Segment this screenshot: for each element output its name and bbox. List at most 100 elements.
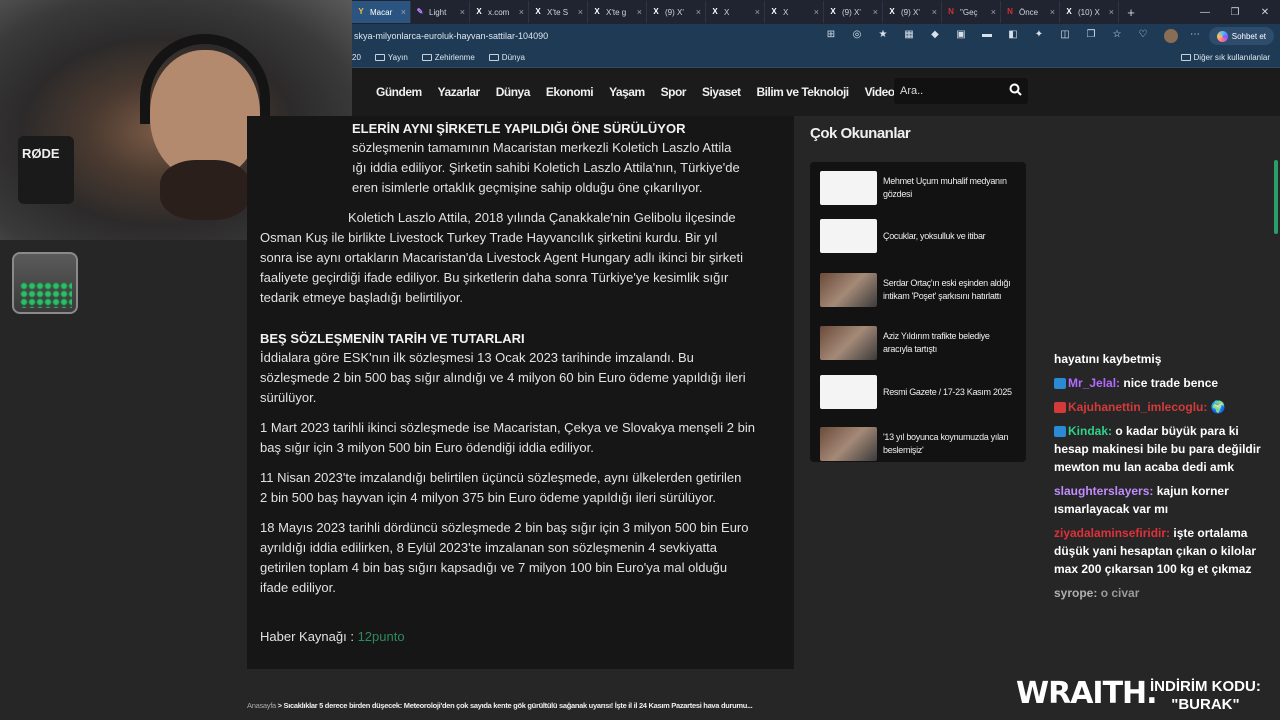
article-body: ELERİN AYNI ŞİRKETLE YAPILDIĞI ÖNE SÜRÜL… bbox=[247, 116, 794, 669]
tab-label: (10) X bbox=[1078, 7, 1100, 17]
nav-item[interactable]: Ekonomi bbox=[546, 85, 594, 99]
nav-menu: Gündem Yazarlar Dünya Ekonomi Yaşam Spor Siyas… bbox=[376, 85, 895, 99]
browser-tab[interactable]: X (9) X' × bbox=[647, 1, 706, 23]
most-read-item[interactable]: Serdar Ortaç'ın eski eşinden aldığı inti… bbox=[820, 273, 1020, 307]
nav-item[interactable]: Video bbox=[865, 85, 895, 99]
chat-message: syrope: o civar bbox=[1054, 584, 1276, 602]
nav-item[interactable]: Siyaset bbox=[702, 85, 741, 99]
new-tab-button[interactable]: + bbox=[1119, 5, 1143, 20]
extension-icon[interactable]: ◆ bbox=[928, 28, 942, 42]
nav-item[interactable]: Bilim ve Teknoloji bbox=[757, 85, 850, 99]
bookmark-label: Dünya bbox=[501, 53, 525, 62]
extension-icon[interactable]: ▣ bbox=[954, 28, 968, 42]
close-tab-icon[interactable]: × bbox=[401, 7, 406, 17]
chat-message: ziyadalaminsefiridir: işte ortalama düşü… bbox=[1054, 524, 1276, 578]
most-read-item[interactable]: Aziz Yıldırım trafikte belediye aracıyla… bbox=[820, 326, 1020, 360]
close-window-icon[interactable]: ✕ bbox=[1250, 7, 1280, 18]
close-tab-icon[interactable]: × bbox=[637, 7, 642, 17]
sponsor-brand: WRAITH. bbox=[1016, 676, 1158, 711]
extension-icon[interactable]: ▬ bbox=[980, 28, 994, 42]
close-tab-icon[interactable]: × bbox=[814, 7, 819, 17]
nav-item[interactable]: Dünya bbox=[496, 85, 531, 99]
close-tab-icon[interactable]: × bbox=[1109, 7, 1114, 17]
most-read-item[interactable]: Mehmet Uçum muhalif medyanın gözdesi bbox=[820, 171, 1020, 205]
browser-tab[interactable]: N Önce × bbox=[1001, 1, 1060, 23]
bookmark-folder[interactable]: Dünya bbox=[488, 53, 525, 62]
folder-icon bbox=[374, 54, 385, 61]
chat-username[interactable]: ziyadalaminsefiridir: bbox=[1054, 526, 1170, 540]
text-line: sonra ise aynı ortakların Macaristan'da … bbox=[260, 250, 743, 265]
close-tab-icon[interactable]: × bbox=[755, 7, 760, 17]
chat-text: nice trade bence bbox=[1123, 376, 1219, 390]
close-tab-icon[interactable]: × bbox=[873, 7, 878, 17]
streamer-beard bbox=[160, 160, 250, 220]
browser-tab[interactable]: X X'te g × bbox=[588, 1, 647, 23]
most-read-item[interactable]: Resmi Gazete / 17-23 Kasım 2025 bbox=[820, 375, 1020, 409]
more-icon[interactable]: ⋯ bbox=[1188, 28, 1202, 42]
most-read-list: Mehmet Uçum muhalif medyanın gözdesi Çocu… bbox=[810, 162, 1026, 462]
profile-avatar[interactable] bbox=[1164, 29, 1178, 43]
pen-icon: ✎ bbox=[416, 7, 424, 16]
browser-tab[interactable]: ✎ Light × bbox=[411, 1, 470, 23]
browser-tab[interactable]: X X'te S × bbox=[529, 1, 588, 23]
chat-username[interactable]: syrope: bbox=[1054, 586, 1097, 600]
other-bookmarks[interactable]: Diğer sık kullanılanlar bbox=[1180, 53, 1270, 62]
browser-tab[interactable]: Y Macar × bbox=[352, 1, 411, 23]
nav-item[interactable]: Yaşam bbox=[609, 85, 645, 99]
maximize-icon[interactable]: ❐ bbox=[1220, 7, 1250, 18]
breadcrumb-home[interactable]: Anasayfa bbox=[247, 701, 276, 710]
browser-tab[interactable]: N "Geç × bbox=[942, 1, 1001, 23]
text-line: 11 Nisan 2023'te imzalandığı belirtilen … bbox=[260, 470, 742, 485]
extension-icon[interactable]: ▦ bbox=[902, 28, 916, 42]
most-read-title: Serdar Ortaç'ın eski eşinden aldığı inti… bbox=[883, 278, 1011, 301]
close-tab-icon[interactable]: × bbox=[932, 7, 937, 17]
collections-icon[interactable]: ❐ bbox=[1084, 28, 1098, 42]
copilot-chat-button[interactable]: Sohbet et bbox=[1208, 27, 1274, 45]
browser-tab[interactable]: X (9) X' × bbox=[824, 1, 883, 23]
nav-item[interactable]: Spor bbox=[661, 85, 687, 99]
page-scrollbar[interactable] bbox=[1274, 160, 1278, 234]
browser-tab[interactable]: X X × bbox=[765, 1, 824, 23]
folder-icon bbox=[421, 54, 432, 61]
tab-label: (9) X' bbox=[665, 7, 684, 17]
chat-username[interactable]: Kajuhanettin_imlecoglu: bbox=[1068, 400, 1207, 414]
browser-essentials-icon[interactable]: ♡ bbox=[1136, 28, 1150, 42]
close-tab-icon[interactable]: × bbox=[460, 7, 465, 17]
folder-icon bbox=[488, 54, 499, 61]
extensions-puzzle-icon[interactable]: ✦ bbox=[1032, 28, 1046, 42]
bookmark-item[interactable]: 20 bbox=[352, 53, 361, 62]
source-link[interactable]: 12punto bbox=[358, 629, 405, 644]
bookmark-folder[interactable]: Zehirlenme bbox=[421, 53, 475, 62]
nav-item[interactable]: Gündem bbox=[376, 85, 422, 99]
browser-tab[interactable]: Xx.com × bbox=[470, 1, 529, 23]
close-tab-icon[interactable]: × bbox=[696, 7, 701, 17]
minimize-icon[interactable]: — bbox=[1190, 7, 1220, 18]
site-search[interactable]: Ara.. bbox=[894, 78, 1028, 104]
url-field[interactable]: skya-milyonlarca-euroluk-hayvan-sattilar… bbox=[354, 31, 774, 41]
favorites-icon[interactable]: ☆ bbox=[1110, 28, 1124, 42]
chat-username[interactable]: Mr_Jelal: bbox=[1068, 376, 1120, 390]
split-screen-icon[interactable]: ◫ bbox=[1058, 28, 1072, 42]
browser-tab[interactable]: X (9) X' × bbox=[883, 1, 942, 23]
search-input[interactable]: Ara.. bbox=[900, 85, 923, 97]
tab-label: Macar bbox=[370, 7, 393, 17]
close-tab-icon[interactable]: × bbox=[519, 7, 524, 17]
chat-username[interactable]: slaughterslayers: bbox=[1054, 484, 1153, 498]
browser-tab[interactable]: X X × bbox=[706, 1, 765, 23]
most-read-item[interactable]: '13 yıl boyunca koynumuzda yılan beslemi… bbox=[820, 427, 1020, 461]
browser-tab[interactable]: X (10) X × bbox=[1060, 1, 1119, 23]
reader-icon[interactable]: ◎ bbox=[850, 28, 864, 42]
close-tab-icon[interactable]: × bbox=[578, 7, 583, 17]
most-read-item[interactable]: Çocuklar, yoksulluk ve itibar bbox=[820, 219, 1020, 253]
tab-search-icon[interactable]: ⊞ bbox=[824, 28, 838, 42]
close-tab-icon[interactable]: × bbox=[991, 7, 996, 17]
chat-username[interactable]: Kindak: bbox=[1068, 424, 1112, 438]
nav-item[interactable]: Yazarlar bbox=[438, 85, 481, 99]
favorite-star-icon[interactable]: ★ bbox=[876, 28, 890, 42]
extension-icon[interactable]: ◧ bbox=[1006, 28, 1020, 42]
close-tab-icon[interactable]: × bbox=[1050, 7, 1055, 17]
tab-label: "Geç bbox=[960, 7, 978, 17]
bookmark-folder[interactable]: Yayın bbox=[374, 53, 408, 62]
search-icon[interactable] bbox=[1009, 83, 1022, 99]
chat-message: slaughterslayers: kajun korner ısmarlaya… bbox=[1054, 482, 1276, 518]
